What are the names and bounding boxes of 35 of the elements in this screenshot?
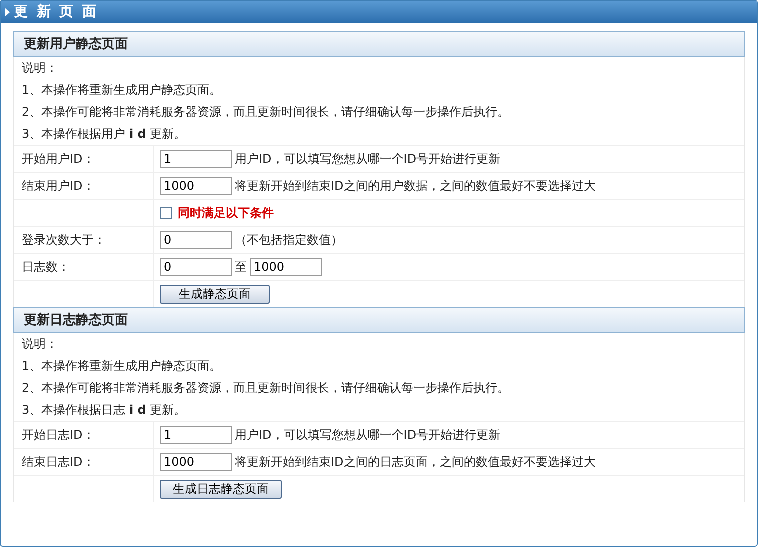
field-label: 日志数：	[14, 254, 154, 280]
note-text: 3、本操作根据日志 i d 更新。	[21, 402, 188, 419]
field-label: 结束日志ID：	[14, 449, 154, 475]
hint-text: 将更新开始到结束ID之间的日志页面，之间的数值最好不要选择过大	[235, 454, 596, 470]
hint-text: 将更新开始到结束ID之间的用户数据，之间的数值最好不要选择过大	[235, 178, 596, 194]
checkbox[interactable]	[160, 207, 172, 219]
hint-text: 用户ID，可以填写您想从哪一个ID号开始进行更新	[235, 426, 501, 444]
input-field[interactable]: 1	[160, 426, 232, 444]
checkbox-label: 同时满足以下条件	[178, 204, 274, 222]
note-text: 说明：	[21, 60, 59, 77]
field-label: 结束用户ID：	[14, 173, 154, 199]
input-field[interactable]: 1000	[160, 177, 232, 195]
triangle-icon	[5, 8, 10, 16]
note-text: 2、本操作可能将非常消耗服务器资源，而且更新时间很长，请仔细确认每一步操作后执行。	[21, 104, 511, 121]
hint-text: 用户ID，可以填写您想从哪一个ID号开始进行更新	[235, 150, 501, 168]
field-label: 开始日志ID：	[14, 422, 154, 448]
field-label: 开始用户ID：	[14, 146, 154, 172]
note-text: 3、本操作根据用户 i d 更新。	[21, 126, 188, 143]
input-field[interactable]: 1000	[250, 258, 322, 276]
note-text: 1、本操作将重新生成用户静态页面。	[21, 82, 223, 99]
hint-text: （不包括指定数值）	[235, 232, 343, 248]
generate-button[interactable]: 生成静态页面	[160, 284, 270, 304]
input-field[interactable]: 1000	[160, 453, 232, 471]
section-header: 更新日志静态页面	[13, 307, 745, 333]
field-label: 登录次数大于：	[14, 227, 154, 253]
section-header: 更新用户静态页面	[13, 31, 745, 57]
note-text: 说明：	[21, 336, 59, 353]
input-field[interactable]: 0	[160, 231, 232, 249]
input-field[interactable]: 0	[160, 258, 232, 276]
input-field[interactable]: 1	[160, 150, 232, 168]
range-separator: 至	[235, 258, 247, 276]
note-text: 1、本操作将重新生成用户静态页面。	[21, 358, 223, 375]
note-text: 2、本操作可能将非常消耗服务器资源，而且更新时间很长，请仔细确认每一步操作后执行。	[21, 380, 511, 397]
generate-button[interactable]: 生成日志静态页面	[160, 480, 282, 498]
window-title: 更 新 页 面	[14, 3, 99, 21]
